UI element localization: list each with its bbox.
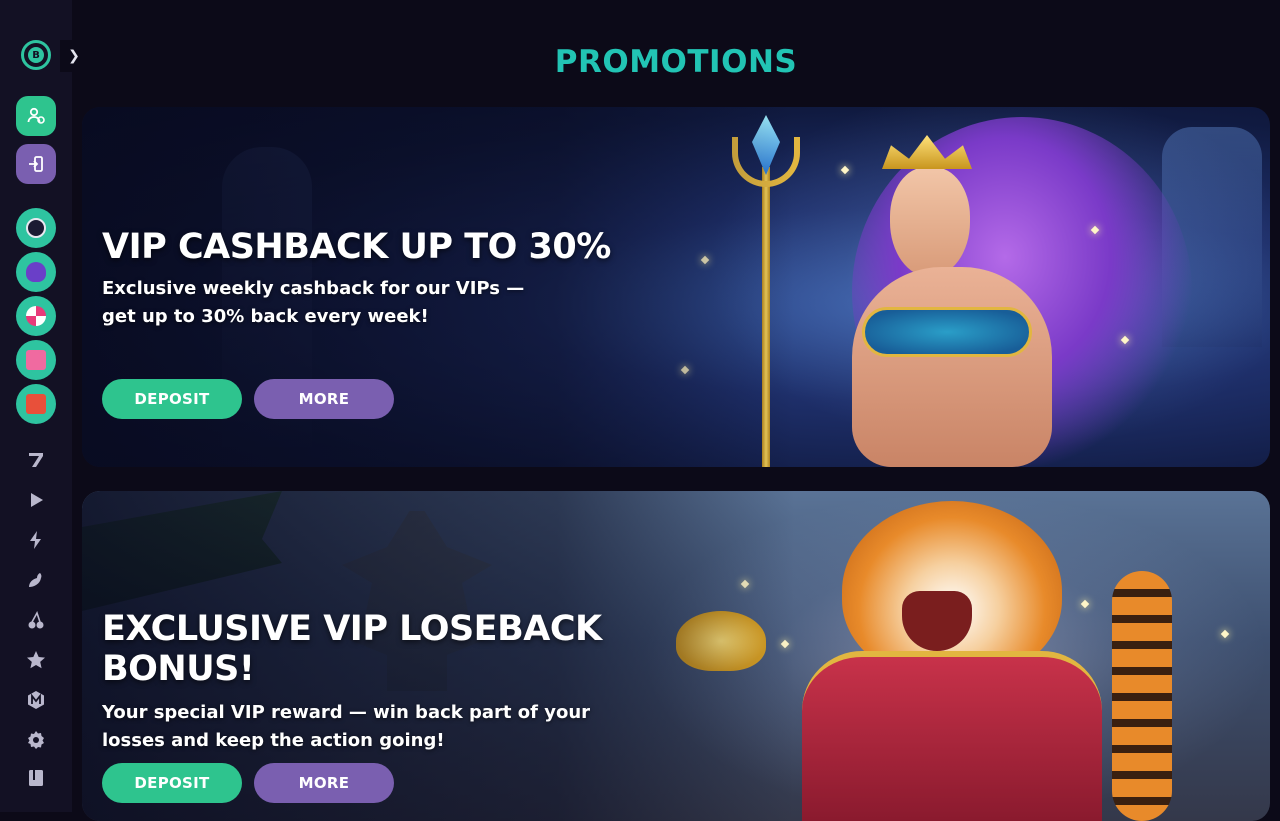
- hot-games-nav[interactable]: [24, 568, 48, 592]
- star-icon: [27, 651, 45, 669]
- logo-letter: B: [28, 47, 44, 63]
- fruits-nav[interactable]: [24, 608, 48, 632]
- wheel-of-fortune-button[interactable]: [16, 296, 56, 336]
- play-icon: [31, 493, 43, 507]
- monster-icon: [26, 262, 46, 282]
- cherry-icon: [28, 611, 44, 629]
- page-title: PROMOTIONS: [554, 44, 798, 80]
- promo-title: EXCLUSIVE VIP LOSEBACK: [102, 609, 602, 649]
- login-icon: [29, 156, 43, 172]
- megaways-nav[interactable]: [24, 688, 48, 712]
- deposit-button[interactable]: DEPOSIT: [102, 763, 242, 803]
- promo-card-vip-loseback: EXCLUSIVE VIP LOSEBACK BONUS! Your speci…: [82, 491, 1270, 821]
- promo-description-line: Exclusive weekly cashback for our VIPs —: [102, 278, 525, 299]
- vip-icon: [26, 218, 46, 238]
- live-nav[interactable]: [24, 488, 48, 512]
- brand-logo[interactable]: B: [21, 40, 51, 70]
- sidebar: B: [0, 0, 72, 812]
- slots-nav[interactable]: [24, 448, 48, 472]
- promo-card-vip-cashback: VIP CASHBACK UP TO 30% Exclusive weekly …: [82, 107, 1270, 467]
- promo-description-line: losses and keep the action going!: [102, 730, 445, 751]
- mascot-game-button[interactable]: [16, 252, 56, 292]
- promo-description-line: get up to 30% back every week!: [102, 306, 429, 327]
- lottery-button[interactable]: [16, 384, 56, 424]
- chevron-right-icon: ❯: [68, 48, 80, 64]
- vip-club-button[interactable]: [16, 208, 56, 248]
- more-button[interactable]: MORE: [254, 379, 394, 419]
- fast-games-nav[interactable]: [24, 528, 48, 552]
- providers-nav[interactable]: [24, 728, 48, 752]
- login-button[interactable]: [16, 144, 56, 184]
- lightning-icon: [30, 531, 41, 549]
- tournaments-nav[interactable]: [24, 766, 48, 790]
- gift-icon: [26, 350, 46, 370]
- wheel-icon: [26, 306, 46, 326]
- ticket-icon: [26, 394, 46, 414]
- favourites-nav[interactable]: [24, 648, 48, 672]
- user-add-icon: [27, 107, 45, 124]
- gifts-button[interactable]: [16, 340, 56, 380]
- megaways-icon: [28, 691, 44, 709]
- promo-title-continued: BONUS!: [102, 649, 255, 689]
- settings-icon: [28, 731, 44, 749]
- chili-icon: [29, 573, 42, 587]
- register-button[interactable]: [16, 96, 56, 136]
- promo-description-line: Your special VIP reward — win back part …: [102, 702, 591, 723]
- book-icon: [29, 770, 43, 786]
- seven-icon: [29, 453, 43, 467]
- promo-title: VIP CASHBACK UP TO 30%: [102, 227, 611, 267]
- more-button[interactable]: MORE: [254, 763, 394, 803]
- deposit-button[interactable]: DEPOSIT: [102, 379, 242, 419]
